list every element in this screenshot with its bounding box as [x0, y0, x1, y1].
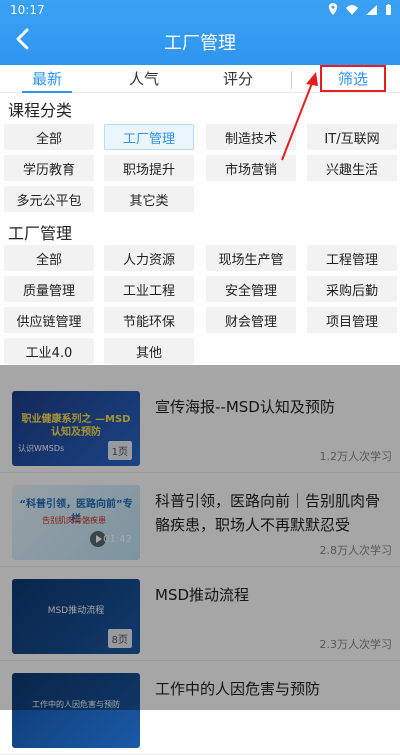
filter-panel: 课程分类 全部 工厂管理 制造技术 IT/互联网 学历教育 职场提升 市场营销 … [0, 93, 400, 365]
wifi-icon [346, 4, 358, 18]
chip-factory-project[interactable]: 项目管理 [307, 307, 397, 333]
chip-category-education[interactable]: 学历教育 [4, 155, 94, 181]
chip-factory-safety[interactable]: 安全管理 [206, 276, 296, 302]
page-title: 工厂管理 [164, 33, 236, 54]
chip-factory-hr[interactable]: 人力资源 [104, 245, 194, 271]
battery-icon [385, 3, 392, 18]
section-title-category: 课程分类 [8, 101, 73, 120]
chip-factory-engineering[interactable]: 工程管理 [307, 245, 397, 271]
chip-category-all[interactable]: 全部 [4, 124, 94, 150]
status-icons [328, 3, 392, 18]
tab-popular[interactable]: 人气 [129, 68, 159, 89]
chip-factory-all[interactable]: 全部 [4, 245, 94, 271]
chip-category-marketing[interactable]: 市场营销 [206, 155, 296, 181]
chip-factory-other[interactable]: 其他 [104, 338, 194, 364]
chip-factory-industrial-engineering[interactable]: 工业工程 [104, 276, 194, 302]
chip-factory-quality[interactable]: 质量管理 [4, 276, 94, 302]
page-header: 工厂管理 [0, 20, 400, 65]
tab-divider [291, 71, 292, 89]
location-icon [328, 3, 338, 18]
signal-icon [366, 4, 377, 18]
chip-factory-industry40[interactable]: 工业4.0 [4, 338, 94, 364]
chip-category-diversity[interactable]: 多元公平包 [4, 186, 94, 212]
chip-category-it[interactable]: IT/互联网 [307, 124, 397, 150]
tab-latest[interactable]: 最新 [32, 68, 62, 89]
status-time: 10:17 [10, 3, 45, 17]
chip-factory-onsite-production[interactable]: 现场生产管 [206, 245, 296, 271]
tab-bar: 最新 人气 评分 筛选 [0, 65, 400, 93]
dim-overlay[interactable] [0, 365, 400, 710]
chip-factory-finance[interactable]: 财会管理 [206, 307, 296, 333]
chip-category-lifestyle[interactable]: 兴趣生活 [307, 155, 397, 181]
chip-factory-energy[interactable]: 节能环保 [104, 307, 194, 333]
filter-tab-label: 筛选 [337, 70, 368, 88]
section-title-factory: 工厂管理 [8, 224, 73, 243]
chip-factory-procurement[interactable]: 采购后勤 [307, 276, 397, 302]
status-bar: 10:17 [0, 0, 400, 20]
filter-tab[interactable]: 筛选 [320, 65, 386, 92]
chip-category-career[interactable]: 职场提升 [104, 155, 194, 181]
chip-category-factory-management[interactable]: 工厂管理 [104, 124, 194, 150]
chip-category-other[interactable]: 其它类 [104, 186, 194, 212]
tab-rating[interactable]: 评分 [223, 68, 253, 89]
chip-category-manufacturing[interactable]: 制造技术 [206, 124, 296, 150]
app-header-bar: 10:17 工厂管理 [0, 0, 400, 65]
chip-factory-supply-chain[interactable]: 供应链管理 [4, 307, 94, 333]
